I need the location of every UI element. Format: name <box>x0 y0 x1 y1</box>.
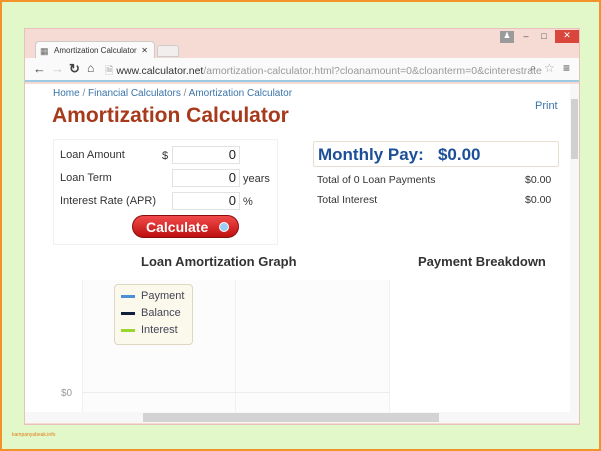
browser-tab[interactable]: ▦ Amortization Calculator ✕ <box>35 41 155 59</box>
bookmark-star-icon[interactable]: ☆ <box>544 61 555 75</box>
loan-term-label: Loan Term <box>60 172 112 184</box>
page-icon: 🗎 <box>105 65 114 77</box>
reload-icon[interactable]: ↻ <box>69 61 80 77</box>
chart-legend: Payment Balance Interest <box>114 284 193 345</box>
loan-amount-label: Loan Amount <box>60 149 125 161</box>
back-icon[interactable]: ← <box>33 61 46 76</box>
total-interest-value: $0.00 <box>525 194 552 206</box>
monthly-pay-box: Monthly Pay: $0.00 <box>313 141 559 167</box>
loan-term-input[interactable]: 0 <box>172 169 240 187</box>
monthly-pay-value: $0.00 <box>437 145 481 164</box>
close-tab-icon[interactable]: ✕ <box>141 46 148 55</box>
total-interest-label: Total Interest <box>317 194 378 206</box>
horizontal-scrollbar[interactable] <box>25 412 579 423</box>
calculator-favicon-icon: ▦ <box>40 46 49 56</box>
minimize-button[interactable]: – <box>519 31 533 42</box>
page-content: Home / Financial Calculators / Amortizat… <box>25 84 570 412</box>
toolbar: ← → ↻ ⌂ 🗎 www.calculator.net/amortizatio… <box>25 58 579 82</box>
print-link[interactable]: Print <box>535 100 558 112</box>
new-tab-button[interactable] <box>157 45 179 57</box>
zoom-icon[interactable]: ⌕ <box>530 62 536 75</box>
y-axis-tick: $0 <box>61 388 73 399</box>
watermark: kampanyabeak.info <box>12 432 56 438</box>
legend-item: Payment <box>121 290 184 302</box>
legend-swatch <box>121 311 135 315</box>
total-payments-value: $0.00 <box>525 174 552 186</box>
amortization-chart: Payment Balance Interest <box>82 280 390 412</box>
breakdown-title: Payment Breakdown <box>418 254 546 269</box>
browser-window: ♟ – □ ✕ ▦ Amortization Calculator ✕ ← → … <box>24 28 580 425</box>
maximize-button[interactable]: □ <box>537 31 551 42</box>
input-panel: Loan Amount $ 0 Loan Term 0 years Intere… <box>53 139 278 245</box>
forward-icon[interactable]: → <box>51 61 64 76</box>
total-payments-label: Total of 0 Loan Payments <box>317 174 436 186</box>
url-path: /amortization-calculator.html?cloanamoun… <box>203 65 542 77</box>
legend-item: Balance <box>121 307 181 319</box>
legend-swatch <box>121 294 135 298</box>
breadcrumb-home[interactable]: Home <box>53 88 80 99</box>
interest-rate-input[interactable]: 0 <box>172 192 240 210</box>
url-domain: www.calculator.net <box>116 65 204 77</box>
legend-label: Interest <box>141 324 178 336</box>
vertical-scroll-thumb[interactable] <box>571 99 578 159</box>
tab-title: Amortization Calculator <box>54 46 137 55</box>
arrow-circle-icon <box>219 222 229 232</box>
breadcrumb-amortization[interactable]: Amortization Calculator <box>189 88 292 99</box>
calculate-label: Calculate <box>146 219 209 235</box>
percent-unit: % <box>243 196 253 208</box>
page-title: Amortization Calculator <box>52 104 289 127</box>
years-unit: years <box>243 173 270 185</box>
legend-item: Interest <box>121 324 178 336</box>
zero-grid-line <box>83 392 390 393</box>
horizontal-scroll-thumb[interactable] <box>143 413 439 422</box>
calculate-button[interactable]: Calculate <box>132 215 239 238</box>
breadcrumb: Home / Financial Calculators / Amortizat… <box>53 88 293 99</box>
currency-symbol: $ <box>162 150 169 162</box>
graph-title: Loan Amortization Graph <box>141 254 297 269</box>
legend-swatch <box>121 328 135 332</box>
loan-amount-input[interactable]: 0 <box>172 146 240 164</box>
home-icon[interactable]: ⌂ <box>87 61 94 75</box>
monthly-pay-label: Monthly Pay: <box>318 145 424 164</box>
interest-rate-label: Interest Rate (APR) <box>60 195 156 207</box>
close-window-button[interactable]: ✕ <box>555 30 579 43</box>
profile-icon[interactable]: ♟ <box>500 31 514 43</box>
breadcrumb-financial[interactable]: Financial Calculators <box>88 88 181 99</box>
legend-label: Balance <box>141 307 181 319</box>
legend-label: Payment <box>141 290 185 302</box>
vertical-scrollbar[interactable] <box>570 84 579 412</box>
menu-icon[interactable]: ≡ <box>563 61 570 75</box>
address-bar[interactable]: 🗎 www.calculator.net/amortization-calcul… <box>105 61 555 78</box>
